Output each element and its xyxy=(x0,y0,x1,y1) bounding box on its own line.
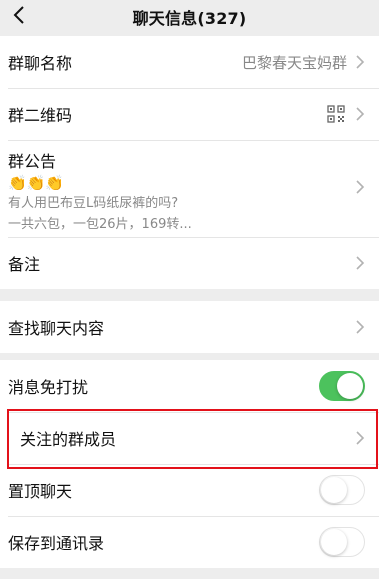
pin-chat-row: 置顶聊天 xyxy=(0,464,379,516)
chevron-left-icon[interactable] xyxy=(8,4,30,26)
settings-section: 消息免打扰 关注的群成员 置顶聊天 保存到通讯录 xyxy=(0,360,379,568)
search-section: 查找聊天内容 xyxy=(0,301,379,353)
search-chat-label: 查找聊天内容 xyxy=(8,319,105,338)
chevron-right-icon xyxy=(356,107,365,121)
group-qr-label: 群二维码 xyxy=(8,106,73,125)
clapping-hands-icon: 👏👏👏 xyxy=(8,174,65,192)
pin-chat-label: 置顶聊天 xyxy=(8,482,73,501)
pin-chat-toggle[interactable] xyxy=(319,475,365,505)
group-info-section: 群聊名称 巴黎春天宝妈群 群二维码 群公告 👏👏👏 有人用巴布豆L码纸尿裤的吗? xyxy=(0,36,379,289)
page-title: 聊天信息(327) xyxy=(132,8,247,28)
chevron-right-icon xyxy=(356,320,365,334)
remark-row[interactable]: 备注 xyxy=(0,237,379,289)
remark-label: 备注 xyxy=(8,255,41,274)
save-contacts-label: 保存到通讯录 xyxy=(8,534,105,553)
chevron-right-icon xyxy=(356,55,365,69)
group-qr-row[interactable]: 群二维码 xyxy=(0,88,379,140)
chevron-right-icon xyxy=(356,431,365,445)
save-contacts-row: 保存到通讯录 xyxy=(0,516,379,568)
group-name-row[interactable]: 群聊名称 巴黎春天宝妈群 xyxy=(0,36,379,88)
chevron-right-icon xyxy=(356,180,365,194)
group-name-label: 群聊名称 xyxy=(8,54,73,73)
announcement-line-2: 一共六包，一包26片，169转... xyxy=(8,217,192,232)
mute-row: 消息免打扰 xyxy=(0,360,379,412)
group-announcement-row[interactable]: 群公告 👏👏👏 有人用巴布豆L码纸尿裤的吗? 一共六包，一包26片，169转..… xyxy=(0,140,379,237)
announcement-line-1: 有人用巴布豆L码纸尿裤的吗? xyxy=(8,196,179,211)
save-contacts-toggle[interactable] xyxy=(319,527,365,557)
mute-label: 消息免打扰 xyxy=(8,378,89,397)
group-name-value: 巴黎春天宝妈群 xyxy=(241,53,347,72)
mute-toggle[interactable] xyxy=(319,371,365,401)
announcement-content: 群公告 👏👏👏 有人用巴布豆L码纸尿裤的吗? 一共六包，一包26片，169转..… xyxy=(8,148,192,235)
nav-bar: 聊天信息(327) xyxy=(0,0,379,33)
followed-members-row[interactable]: 关注的群成员 xyxy=(0,412,379,464)
announcement-label: 群公告 xyxy=(8,152,57,171)
search-chat-row[interactable]: 查找聊天内容 xyxy=(0,301,379,353)
qr-code-icon xyxy=(327,105,345,123)
followed-members-label: 关注的群成员 xyxy=(20,430,117,449)
chevron-right-icon xyxy=(356,256,365,270)
